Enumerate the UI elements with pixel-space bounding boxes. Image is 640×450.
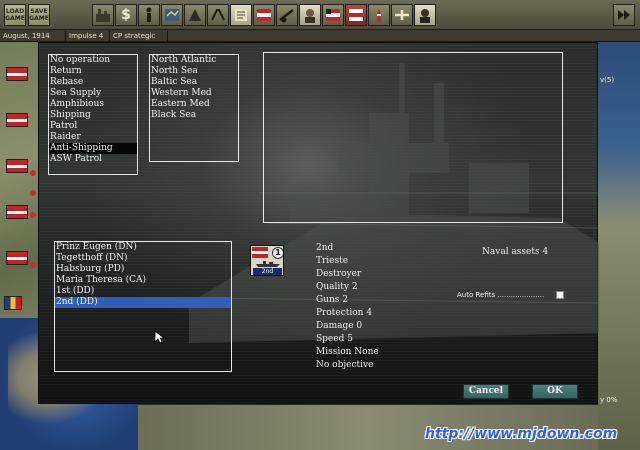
finance-dollar-icon[interactable]: $ bbox=[115, 4, 137, 26]
unit-item-habsburg[interactable]: Habsburg (PD) bbox=[55, 264, 231, 275]
detail-guns: Guns 2 bbox=[316, 295, 348, 305]
unit-item-tegetthoff[interactable]: Tegetthoff (DN) bbox=[55, 253, 231, 264]
unit-item-2nd[interactable]: 2nd (DD) bbox=[55, 297, 231, 308]
newspaper-icon[interactable] bbox=[230, 4, 252, 26]
cancel-button[interactable]: Cancel bbox=[463, 384, 509, 399]
detail-protection: Protection 4 bbox=[316, 308, 373, 318]
region-item-baltic-sea[interactable]: Baltic Sea bbox=[150, 77, 238, 88]
artillery-icon[interactable] bbox=[276, 4, 298, 26]
status-impulse: Impulse 4 bbox=[66, 31, 110, 41]
mission-list[interactable]: No operation Return Rebase Sea Supply Am… bbox=[48, 54, 138, 175]
end-turn-arrows-icon[interactable] bbox=[613, 4, 635, 26]
region-item-western-med[interactable]: Western Med bbox=[150, 88, 238, 99]
status-bar: August, 1914 Impulse 4 CP strategic bbox=[0, 30, 640, 42]
detail-speed: Speed 5 bbox=[316, 334, 353, 344]
naval-flag-icon[interactable] bbox=[345, 4, 367, 26]
naval-orders-dialog: No operation Return Rebase Sea Supply Am… bbox=[38, 42, 599, 404]
status-mode: CP strategic bbox=[110, 31, 168, 41]
map-red-marker bbox=[30, 262, 36, 268]
naval-assets-count: Naval assets 4 bbox=[482, 247, 549, 257]
mission-item-rebase[interactable]: Rebase bbox=[49, 77, 137, 88]
map-red-marker bbox=[30, 170, 36, 176]
map-label-top-right: v(5) bbox=[600, 76, 615, 84]
detail-damage: Damage 0 bbox=[316, 321, 363, 331]
austria-flag-icon bbox=[252, 247, 268, 258]
region-preview-frame bbox=[263, 52, 563, 223]
auto-refits-label: Auto Refits ..................... bbox=[457, 291, 545, 299]
airplane-icon[interactable] bbox=[391, 4, 413, 26]
counter-label: 2nd bbox=[253, 268, 282, 275]
map-unit-flag[interactable] bbox=[6, 159, 28, 173]
diplomacy-map-icon[interactable] bbox=[161, 4, 183, 26]
region-item-north-atlantic[interactable]: North Atlantic bbox=[150, 55, 238, 66]
mission-item-no-operation[interactable]: No operation bbox=[49, 55, 137, 66]
sea-region-list[interactable]: North Atlantic North Sea Baltic Sea West… bbox=[149, 54, 239, 162]
load-game-button[interactable]: LOAD GAME bbox=[4, 4, 26, 26]
research-icon[interactable] bbox=[184, 4, 206, 26]
map-label-bottom-right: y 0% bbox=[600, 396, 618, 404]
unit-item-maria-theresa[interactable]: Maria Theresa (CA) bbox=[55, 275, 231, 286]
unit-item-1st[interactable]: 1st (DD) bbox=[55, 286, 231, 297]
destroyer-ship-icon bbox=[256, 261, 280, 267]
status-date: August, 1914 bbox=[0, 31, 66, 41]
detail-type: Destroyer bbox=[316, 269, 362, 279]
alliance-flag-icon[interactable] bbox=[253, 4, 275, 26]
map-unit-flag[interactable] bbox=[6, 67, 28, 81]
rail-icon[interactable] bbox=[207, 4, 229, 26]
mission-item-raider[interactable]: Raider bbox=[49, 132, 137, 143]
unit-item-prinz-eugen[interactable]: Prinz Eugen (DN) bbox=[55, 242, 231, 253]
mission-item-amphibious[interactable]: Amphibious bbox=[49, 99, 137, 110]
lighthouse-icon[interactable] bbox=[368, 4, 390, 26]
auto-refits-checkbox[interactable] bbox=[556, 291, 564, 299]
detail-quality: Quality 2 bbox=[316, 282, 358, 292]
map-red-marker bbox=[30, 212, 36, 218]
mission-item-sea-supply[interactable]: Sea Supply bbox=[49, 88, 137, 99]
top-toolbar: LOAD GAME SAVE GAME $ bbox=[0, 0, 640, 30]
load-game-label: LOAD GAME bbox=[5, 8, 25, 22]
mission-item-shipping[interactable]: Shipping bbox=[49, 110, 137, 121]
map-unit-flag[interactable] bbox=[6, 113, 28, 127]
save-game-button[interactable]: SAVE GAME bbox=[28, 4, 50, 26]
region-item-eastern-med[interactable]: Eastern Med bbox=[150, 99, 238, 110]
unit-details: 2nd Trieste Destroyer Quality 2 Guns 2 P… bbox=[316, 242, 436, 372]
soldier-icon[interactable] bbox=[138, 4, 160, 26]
map-unit-flag[interactable] bbox=[6, 251, 28, 265]
leader-portrait-icon[interactable] bbox=[299, 4, 321, 26]
map-strip-right[interactable] bbox=[598, 42, 640, 450]
detail-objective: No objective bbox=[316, 360, 374, 370]
region-item-north-sea[interactable]: North Sea bbox=[150, 66, 238, 77]
mission-item-anti-shipping[interactable]: Anti-Shipping bbox=[49, 143, 137, 154]
advisor-portrait-icon[interactable] bbox=[414, 4, 436, 26]
naval-unit-list[interactable]: Prinz Eugen (DN) Tegetthoff (DN) Habsbur… bbox=[54, 241, 232, 372]
mission-item-patrol[interactable]: Patrol bbox=[49, 121, 137, 132]
unit-counter[interactable]: 1 2nd bbox=[250, 245, 284, 276]
mouse-cursor-icon bbox=[154, 330, 164, 344]
save-game-label: SAVE GAME bbox=[29, 8, 49, 22]
map-red-marker bbox=[30, 190, 36, 196]
mission-item-asw-patrol[interactable]: ASW Patrol bbox=[49, 154, 137, 165]
nation-flag-icon[interactable] bbox=[322, 4, 344, 26]
detail-mission: Mission None bbox=[316, 347, 379, 357]
detail-name: 2nd bbox=[316, 243, 334, 253]
detail-port: Trieste bbox=[316, 256, 349, 266]
production-icon[interactable] bbox=[92, 4, 114, 26]
strength-badge: 1 bbox=[272, 247, 283, 259]
watermark-url: http://www.mjdown.com bbox=[425, 426, 618, 442]
ok-button[interactable]: OK bbox=[532, 384, 578, 399]
map-unit-flag[interactable] bbox=[6, 205, 28, 219]
region-item-black-sea[interactable]: Black Sea bbox=[150, 110, 238, 121]
map-romania-flag[interactable] bbox=[4, 296, 22, 310]
mission-item-return[interactable]: Return bbox=[49, 66, 137, 77]
